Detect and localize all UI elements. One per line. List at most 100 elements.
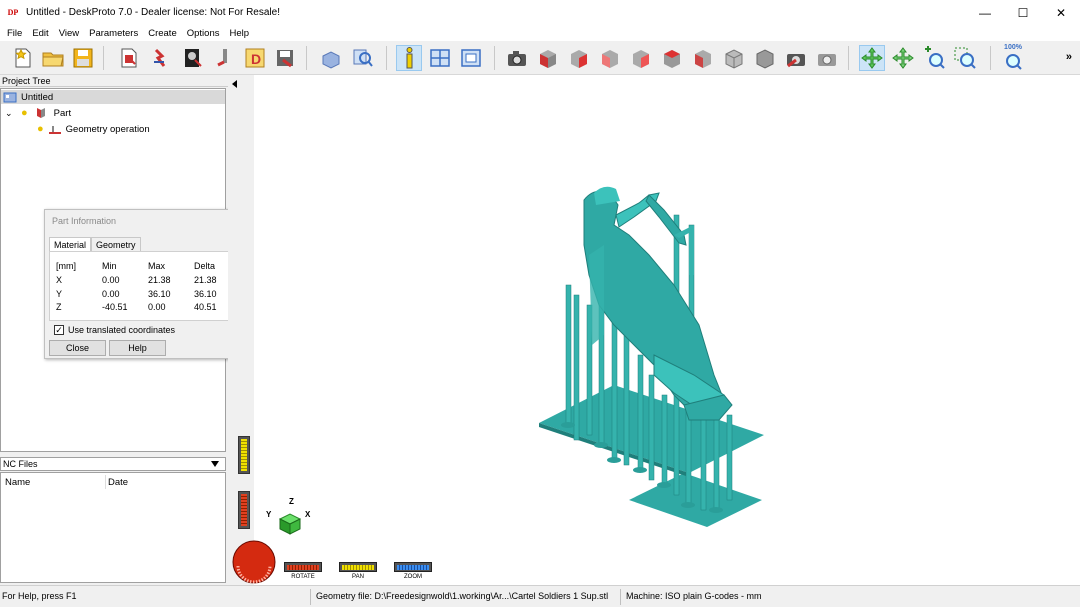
rotate-slider-handle[interactable] xyxy=(238,491,250,529)
table-cell: 0.00 xyxy=(148,302,166,312)
drawing-icon[interactable]: D xyxy=(242,45,268,71)
svg-text:D: D xyxy=(251,51,261,67)
import-part-icon[interactable] xyxy=(116,45,142,71)
table-cell: 0.00 xyxy=(102,275,120,285)
tree-item-part[interactable]: ⌄ ● Part xyxy=(5,106,71,120)
menu-create[interactable]: Create xyxy=(143,28,182,39)
dialog-title: Part Information xyxy=(52,216,117,226)
table-cell: Z xyxy=(56,302,62,312)
camera-icon[interactable] xyxy=(504,45,530,71)
table-cell: X xyxy=(56,275,63,285)
left-panel: Project Tree Untitled ⌄ ● Part ● Geometr… xyxy=(0,75,247,585)
rotate-mode-icon[interactable] xyxy=(859,45,885,71)
tree-item-geometry-operation[interactable]: ● Geometry operation xyxy=(37,122,150,136)
camera-gray-icon[interactable] xyxy=(814,45,840,71)
toolbar-separator xyxy=(103,46,104,70)
checkbox-box[interactable]: ✓ xyxy=(54,325,64,335)
camera-reset-icon[interactable] xyxy=(783,45,809,71)
layout-icon[interactable] xyxy=(427,45,453,71)
pan-bar[interactable] xyxy=(339,562,377,572)
table-cell: 0.00 xyxy=(102,289,120,299)
view-top-icon[interactable] xyxy=(659,45,685,71)
nc-files-list[interactable]: Name Date xyxy=(0,472,226,583)
menu-edit[interactable]: Edit xyxy=(27,28,53,39)
part-icon xyxy=(34,107,48,119)
minimize-button[interactable]: — xyxy=(966,0,1004,25)
export-icon[interactable] xyxy=(272,45,298,71)
menu-view[interactable]: View xyxy=(54,28,84,39)
window-title: Untitled - DeskProto 7.0 - Dealer licens… xyxy=(26,7,280,18)
toolbar-separator xyxy=(990,46,991,70)
view-right-icon[interactable] xyxy=(628,45,654,71)
find-icon[interactable] xyxy=(350,45,376,71)
collapse-left-icon[interactable] xyxy=(232,80,237,88)
rotate-label: ROTATE xyxy=(291,574,315,580)
chevron-down-icon[interactable]: ⌄ xyxy=(5,108,15,119)
model-view[interactable] xyxy=(254,75,1080,585)
dimensions-table: [mm] Min Max Delta X 0.00 21.38 21.38 Y … xyxy=(49,251,243,321)
create-operation-icon[interactable] xyxy=(212,45,238,71)
app-icon: DP xyxy=(7,7,19,17)
save-icon[interactable] xyxy=(70,45,96,71)
table-cell: 36.10 xyxy=(194,289,217,299)
tab-material[interactable]: Material xyxy=(49,237,92,252)
menu-help[interactable]: Help xyxy=(224,28,254,39)
status-help: For Help, press F1 xyxy=(2,591,77,601)
toolbar-separator xyxy=(386,46,387,70)
3d-viewport[interactable]: Z Y X ROTATE PAN ZOOM xyxy=(232,75,1080,585)
status-geometry-file: Geometry file: D:\Freedesignwold\1.worki… xyxy=(316,591,609,601)
menu-bar: File Edit View Parameters Create Options… xyxy=(0,25,1080,41)
zoom-100-label: 100% xyxy=(1004,44,1022,51)
maximize-button[interactable]: ☐ xyxy=(1004,0,1042,25)
window-icon[interactable] xyxy=(458,45,484,71)
view-back-icon[interactable] xyxy=(566,45,592,71)
tree-item-label: Geometry operation xyxy=(65,123,150,135)
view-bottom-icon[interactable] xyxy=(690,45,716,71)
project-icon xyxy=(3,91,17,103)
view-left-icon[interactable] xyxy=(597,45,623,71)
new-icon[interactable] xyxy=(10,45,36,71)
view-iso2-icon[interactable] xyxy=(752,45,778,71)
zoom-in-icon[interactable] xyxy=(921,45,947,71)
project-tree[interactable]: Untitled ⌄ ● Part ● Geometry operation P… xyxy=(0,88,247,452)
pan-mode-icon[interactable] xyxy=(890,45,916,71)
toolbar-overflow-button[interactable]: » xyxy=(1066,51,1072,63)
column-header-name[interactable]: Name xyxy=(5,477,30,488)
tab-geometry[interactable]: Geometry xyxy=(91,237,141,251)
open-folder-icon[interactable] xyxy=(40,45,66,71)
operation-icon xyxy=(48,123,62,135)
use-translated-coordinates-checkbox[interactable]: ✓ Use translated coordinates xyxy=(54,325,175,335)
nc-files-header[interactable]: NC Files xyxy=(0,457,226,471)
view-controls-column xyxy=(228,75,254,585)
help-button[interactable]: Help xyxy=(109,340,166,356)
toolbar-separator xyxy=(494,46,495,70)
zoom-window-icon[interactable] xyxy=(952,45,978,71)
axis-cube-icon xyxy=(278,513,302,535)
pan-slider-handle[interactable] xyxy=(238,436,250,474)
menu-options[interactable]: Options xyxy=(182,28,225,39)
lightbulb-icon[interactable]: ● xyxy=(21,107,28,119)
table-header: [mm] xyxy=(56,261,76,271)
column-header-date[interactable]: Date xyxy=(108,477,128,488)
view-iso-icon[interactable] xyxy=(721,45,747,71)
close-button[interactable]: ✕ xyxy=(1042,0,1080,25)
tree-item-label: Part xyxy=(53,107,72,119)
rotate-dial[interactable] xyxy=(232,540,276,584)
close-dialog-button[interactable]: Close xyxy=(49,340,106,356)
table-header: Delta xyxy=(194,261,216,271)
show-part-icon[interactable] xyxy=(318,45,344,71)
tree-item-untitled[interactable]: Untitled xyxy=(1,90,225,104)
zoom-bar[interactable] xyxy=(394,562,432,572)
menu-parameters[interactable]: Parameters xyxy=(84,28,143,39)
pan-label: PAN xyxy=(352,574,364,580)
dropdown-arrow-icon[interactable] xyxy=(211,461,219,467)
view-front-icon[interactable] xyxy=(535,45,561,71)
title-bar: DP Untitled - DeskProto 7.0 - Dealer lic… xyxy=(0,0,1080,25)
column-divider[interactable] xyxy=(105,475,106,489)
rotate-bar[interactable] xyxy=(284,562,322,572)
import-vector-icon[interactable] xyxy=(149,45,175,71)
import-bitmap-icon[interactable] xyxy=(180,45,206,71)
lightbulb-icon[interactable]: ● xyxy=(37,123,44,135)
menu-file[interactable]: File xyxy=(2,28,27,39)
info-icon[interactable] xyxy=(396,45,422,71)
